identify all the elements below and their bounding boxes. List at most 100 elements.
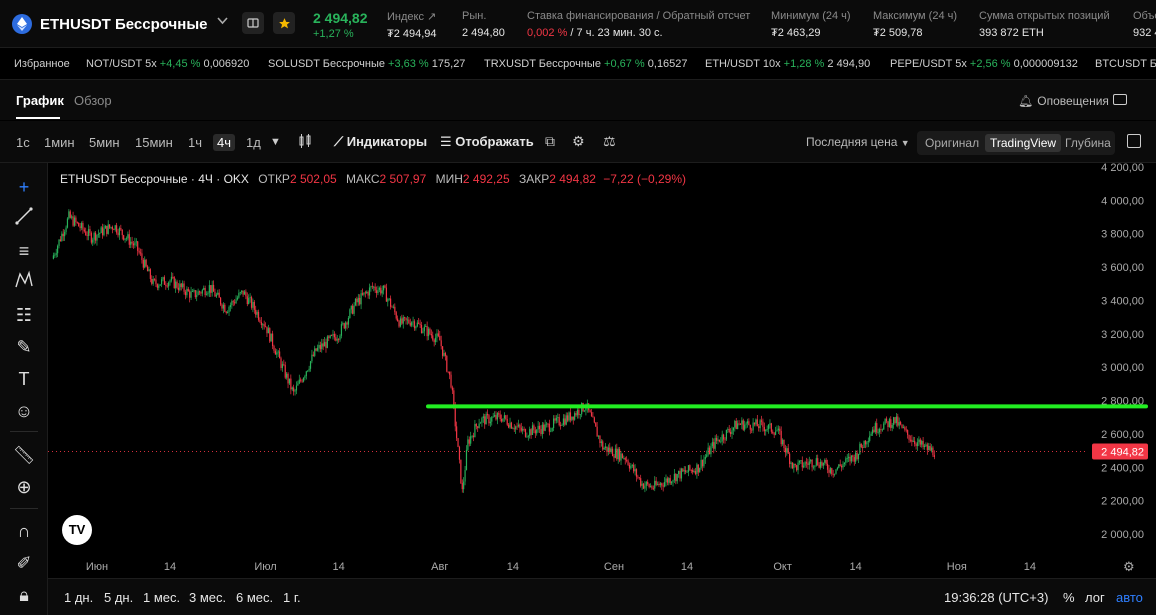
candle-type-icon[interactable]: [298, 133, 312, 152]
lock-icon[interactable]: 🔒︎: [11, 582, 37, 608]
candle-body: [382, 285, 385, 291]
candle-body: [922, 440, 924, 447]
range-6m[interactable]: 6 мес.: [236, 590, 273, 605]
range-1y[interactable]: 1 г.: [283, 590, 301, 605]
tradingview-logo[interactable]: TV: [62, 515, 92, 545]
range-bar: 1 дн. 5 дн. 1 мес. 3 мес. 6 мес. 1 г. 19…: [48, 578, 1156, 615]
trendline-icon[interactable]: [11, 206, 37, 232]
chart-settings-icon: ⚙: [1123, 560, 1135, 575]
x-tick-label: Ноя: [947, 561, 967, 573]
crosshair-icon[interactable]: +: [11, 174, 37, 200]
candle-body: [583, 410, 586, 412]
candle-body: [354, 298, 357, 306]
pattern-icon[interactable]: [11, 270, 37, 296]
tab-overview[interactable]: Обзор: [74, 93, 112, 108]
fib-icon[interactable]: ☷: [11, 302, 37, 328]
candle-body: [234, 302, 236, 304]
timeframe-4h[interactable]: 4ч: [213, 134, 236, 151]
chevron-down-icon[interactable]: ▼: [270, 136, 281, 148]
candle-body: [231, 301, 233, 306]
horizontal-lines-icon[interactable]: ≡: [11, 238, 37, 264]
auto-toggle[interactable]: авто: [1116, 590, 1143, 605]
view-tabs: График Обзор 🔔︎ Оповещения: [0, 80, 1156, 120]
scale-icon[interactable]: ⚖: [603, 133, 616, 150]
emoji-icon[interactable]: ☺: [11, 398, 37, 424]
ticker-item[interactable]: BTCUSDT Бессрочные: [1095, 58, 1156, 70]
candle-body: [308, 368, 310, 371]
candle-body: [801, 460, 803, 468]
candle-body: [387, 299, 389, 302]
timeframe-1min[interactable]: 1мин: [44, 135, 75, 150]
candle-body: [841, 465, 843, 468]
candle-body: [197, 291, 199, 296]
ticker-item[interactable]: TRXUSDT Бессрочные +0,67 % 0,16527: [484, 58, 688, 70]
template-icon[interactable]: ⧉: [545, 133, 555, 150]
pair-name[interactable]: ETHUSDT Бессрочные: [40, 16, 207, 33]
ticker-item[interactable]: ETH/USDT 10x +1,28 % 2 494,90: [705, 58, 870, 70]
view-depth[interactable]: Глубина: [1065, 136, 1111, 150]
chevron-down-icon[interactable]: [217, 16, 228, 28]
display-button[interactable]: ☰ Отображать: [440, 134, 534, 150]
candle-body: [427, 328, 430, 337]
candle-body: [753, 422, 756, 425]
magnet-icon[interactable]: ∩: [11, 518, 37, 544]
ruler-icon[interactable]: 📏︎: [11, 442, 37, 468]
candle-body: [239, 292, 241, 294]
alerts-button[interactable]: 🔔︎ Оповещения: [1014, 94, 1109, 108]
zoom-icon[interactable]: ⊕: [11, 474, 37, 500]
price-type-select[interactable]: Последняя цена ▼: [806, 135, 910, 149]
candle-body: [722, 434, 725, 440]
candle-body: [923, 445, 926, 447]
panel-toggle-icon[interactable]: [1113, 94, 1127, 105]
candle-body: [402, 317, 404, 324]
range-3m[interactable]: 3 мес.: [189, 590, 226, 605]
percent-toggle[interactable]: %: [1063, 590, 1075, 605]
favorites-label[interactable]: Избранное: [14, 58, 70, 70]
ticker-item[interactable]: SOLUSDT Бессрочные +3,63 % 175,27: [268, 58, 465, 70]
chart-canvas[interactable]: 4 200,00 4 000,00 3 800,00 3 600,00 3 400,00…: [48, 163, 1156, 578]
lock-drawing-icon[interactable]: ✐: [11, 550, 37, 576]
candle-body: [267, 328, 269, 334]
timeframe-1h[interactable]: 1ч: [188, 135, 202, 150]
candle-body: [779, 428, 781, 432]
candle-body: [124, 238, 126, 240]
candle-body: [812, 466, 815, 468]
range-5d[interactable]: 5 дн.: [104, 590, 133, 605]
indicators-button[interactable]: ⟋ Индикаторы: [334, 134, 427, 150]
ticker-item[interactable]: PEPE/USDT 5x +2,56 % 0,000009132: [890, 58, 1078, 70]
tab-chart[interactable]: График: [16, 93, 64, 108]
candle-body: [193, 290, 195, 292]
gear-icon[interactable]: ⚙: [572, 133, 585, 150]
price-chart[interactable]: 4 200,00 4 000,00 3 800,00 3 600,00 3 400,00…: [48, 163, 1156, 575]
ticker-item[interactable]: NOT/USDT 5x +4,45 % 0,006920: [86, 58, 249, 70]
text-icon[interactable]: T: [11, 366, 37, 392]
candle-body: [180, 283, 182, 287]
candle-body: [318, 345, 320, 348]
view-original[interactable]: Оригинал: [925, 136, 979, 150]
candle-body: [673, 473, 676, 481]
timeframe-1s[interactable]: 1с: [16, 135, 30, 150]
candle-body: [89, 229, 91, 233]
candle-body: [895, 416, 898, 424]
candle-body: [642, 483, 645, 489]
candle-body: [189, 291, 191, 298]
timeframe-15min[interactable]: 15мин: [135, 135, 173, 150]
favorite-star-icon[interactable]: [273, 12, 295, 34]
fullscreen-icon[interactable]: [1127, 134, 1141, 148]
range-1d[interactable]: 1 дн.: [64, 590, 93, 605]
log-toggle[interactable]: лог: [1085, 590, 1105, 605]
range-1m[interactable]: 1 мес.: [143, 590, 180, 605]
brush-icon[interactable]: ✎: [11, 334, 37, 360]
open-value: 2 502,05: [289, 172, 337, 186]
view-tradingview[interactable]: TradingView: [985, 134, 1062, 152]
external-link-icon[interactable]: ↗: [427, 11, 436, 23]
timeframe-5min[interactable]: 5мин: [89, 135, 120, 150]
candle-body: [330, 335, 333, 336]
candle-body: [485, 413, 487, 425]
x-tick-label: 14: [1024, 561, 1036, 573]
candle-body: [200, 292, 202, 294]
timeframe-1d[interactable]: 1д: [246, 135, 261, 150]
book-icon[interactable]: [242, 12, 264, 34]
candle-body: [264, 326, 267, 328]
clock[interactable]: 19:36:28 (UTC+3): [944, 590, 1048, 605]
